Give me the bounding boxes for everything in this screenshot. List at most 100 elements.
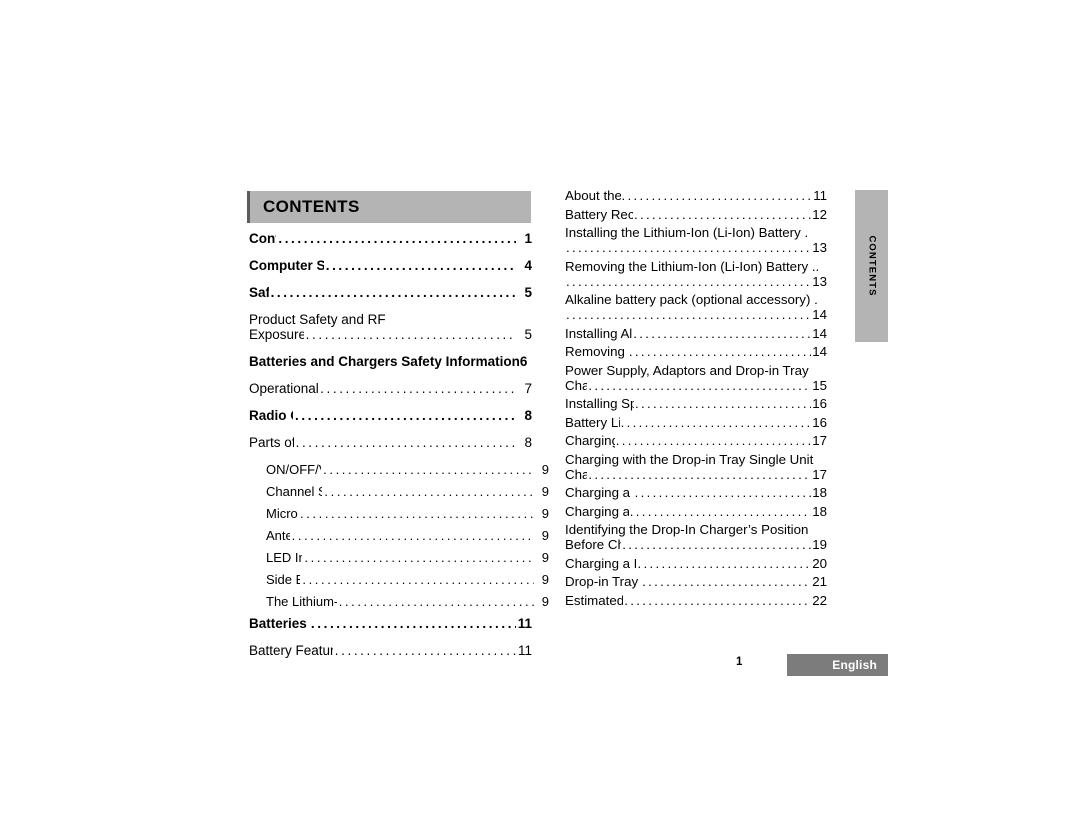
dot-leader: ........................................…	[642, 574, 811, 589]
toc-entry-page: 12	[812, 206, 827, 222]
side-tab-contents: CONTENTS	[855, 190, 888, 342]
toc-entry: Charging a High Capacity Battery........…	[565, 556, 827, 571]
toc-entry-page: 9	[541, 484, 549, 499]
toc-entry: Removing the Lithium-Ion (Li-Ion) Batter…	[565, 259, 827, 289]
toc-entry-page: 22	[812, 592, 827, 608]
dot-leader: ........................................…	[291, 528, 534, 543]
toc-entry: Contents................................…	[249, 231, 532, 246]
toc-entry-page: 21	[812, 574, 827, 589]
toc-entry: Batteries and Chargers..................…	[249, 616, 532, 631]
toc-entry-page: 20	[812, 555, 827, 571]
toc-entry: The Lithium-Ion (Li-Ion) Battery........…	[249, 594, 549, 609]
toc-entry-title-line1: Alkaline battery pack (optional accessor…	[565, 292, 818, 307]
toc-column-left: Contents................................…	[249, 231, 549, 670]
toc-entry: Removing Alkaline Batteries.............…	[565, 344, 827, 359]
toc-entry: Battery Recycling and Disposal..........…	[565, 207, 827, 222]
toc-entry-title: Charging a Standard Battery	[565, 503, 629, 519]
toc-entry-line2: Before Charging Battery.................…	[565, 537, 827, 552]
toc-entry-page: 5	[524, 327, 532, 342]
toc-entry-title: Charging a High Capacity Battery	[565, 555, 636, 571]
dot-leader: ........................................…	[628, 344, 811, 359]
toc-entry: Installing Spring Action Belt Clip......…	[565, 396, 827, 411]
dot-leader: ........................................…	[334, 643, 516, 658]
dot-leader: ........................................…	[634, 206, 812, 222]
toc-entry: Battery Features and Charging Options...…	[249, 643, 532, 658]
toc-column-right: About the Li-Ion Battery................…	[565, 188, 827, 611]
toc-entry-page: 13	[812, 240, 827, 255]
toc-entry-page: 11	[813, 188, 827, 203]
toc-entry-page: 14	[812, 325, 827, 341]
toc-entry-page: 7	[524, 381, 532, 396]
toc-entry: Alkaline battery pack (optional accessor…	[565, 292, 827, 322]
toc-entry-title-line1: Power Supply, Adaptors and Drop-in Tray	[565, 362, 809, 378]
toc-entry: Channel Selector Knob...................…	[249, 484, 549, 499]
toc-entry-title: Radio Overview	[249, 408, 293, 423]
dot-leader: ........................................…	[622, 537, 811, 552]
toc-entry: Estimated Charging Time.................…	[565, 593, 827, 608]
toc-entry: Battery Life Information................…	[565, 415, 827, 430]
toc-entry-title-line1: Installing the Lithium-Ion (Li-Ion) Batt…	[565, 225, 809, 240]
toc-entry-page: 15	[812, 377, 827, 393]
toc-entry-leader-line: ........................................…	[565, 274, 827, 289]
toc-entry-page: 5	[524, 285, 532, 300]
toc-entry: ON/OFF/Volume Knob......................…	[249, 462, 549, 477]
toc-entry-title-line1: Charging with the Drop-in Tray Single Un…	[565, 451, 814, 467]
toc-entry-title: Charging a Stand-alone Battery	[565, 485, 634, 500]
toc-entry-title: Before Charging Battery	[565, 537, 622, 552]
toc-entry-title: Microphone	[266, 506, 298, 521]
dot-leader: ........................................…	[320, 381, 516, 396]
toc-entry-page: 9	[541, 528, 549, 543]
toc-entry: Safety..................................…	[249, 285, 532, 300]
toc-entry-page: 16	[812, 396, 827, 411]
dot-leader: ........................................…	[588, 377, 812, 393]
toc-entry-title: About the Li-Ion Battery	[565, 188, 621, 203]
dot-leader: ........................................…	[324, 484, 534, 499]
toc-entry: Computer Software Copyrights............…	[249, 258, 532, 273]
dot-leader: ........................................…	[323, 462, 534, 477]
toc-entry-title: Batteries and Chargers	[249, 616, 309, 631]
toc-entry-page: 4	[524, 258, 532, 273]
dot-leader: ........................................…	[299, 506, 534, 521]
dot-leader: ........................................…	[278, 231, 516, 246]
toc-entry: Charging a Stand-alone Battery..........…	[565, 485, 827, 500]
dot-leader: ........................................…	[621, 188, 813, 203]
toc-entry-title-line1: Removing the Lithium-Ion (Li-Ion) Batter…	[565, 258, 820, 274]
toc-entry: Installing Alkaline Battery Pack........…	[565, 326, 827, 341]
toc-entry-title: Parts of the radio	[249, 435, 294, 450]
dot-leader: ........................................…	[624, 592, 811, 608]
dot-leader: ........................................…	[295, 408, 516, 423]
toc-entry: Installing the Lithium-Ion (Li-Ion) Batt…	[565, 225, 827, 255]
toc-entry-page: 8	[524, 408, 532, 423]
toc-entry: Radio Overview..........................…	[249, 408, 532, 423]
section-header-bar: CONTENTS	[247, 191, 531, 223]
language-badge: English	[787, 654, 888, 676]
dot-leader: ........................................…	[588, 466, 812, 482]
toc-entry: Side Buttons............................…	[249, 572, 549, 587]
language-badge-label: English	[832, 658, 877, 672]
toc-entry-title: Charger	[565, 466, 588, 482]
toc-entry-title: Charger	[565, 377, 588, 393]
dot-leader: ........................................…	[620, 414, 812, 430]
toc-entry: Identifying the Drop-In Charger’s Positi…	[565, 522, 827, 552]
dot-leader: ........................................…	[310, 616, 516, 631]
toc-entry-page: 6	[519, 354, 528, 369]
toc-entry-title: Battery Features and Charging Options	[249, 643, 333, 658]
toc-entry-title: Batteries and Chargers Safety Informatio…	[249, 354, 520, 369]
toc-entry-page: 17	[812, 466, 827, 482]
toc-entry-page: 13	[812, 273, 827, 289]
toc-entry: Drop-in Tray Charger LED Indicators.....…	[565, 574, 827, 589]
toc-entry: Operational Safety Guidelines...........…	[249, 381, 532, 396]
dot-leader: ........................................…	[338, 594, 534, 609]
toc-entry-page: 14	[812, 307, 827, 322]
toc-entry-title: Battery Recycling and Disposal	[565, 206, 633, 222]
toc-entry-page: 19	[812, 537, 827, 552]
footer-page-number: 1	[736, 656, 743, 668]
toc-entry: Parts of the radio......................…	[249, 435, 532, 450]
dot-leader: ........................................…	[566, 273, 812, 289]
toc-entry-page: 18	[812, 485, 827, 500]
toc-entry: Charging a Standard Battery.............…	[565, 504, 827, 519]
toc-entry-title: Drop-in Tray Charger LED Indicators	[565, 574, 641, 589]
toc-entry: Antenna.................................…	[249, 528, 549, 543]
toc-entry-page: 9	[541, 506, 549, 521]
toc-entry-title: Channel Selector Knob	[266, 484, 323, 499]
